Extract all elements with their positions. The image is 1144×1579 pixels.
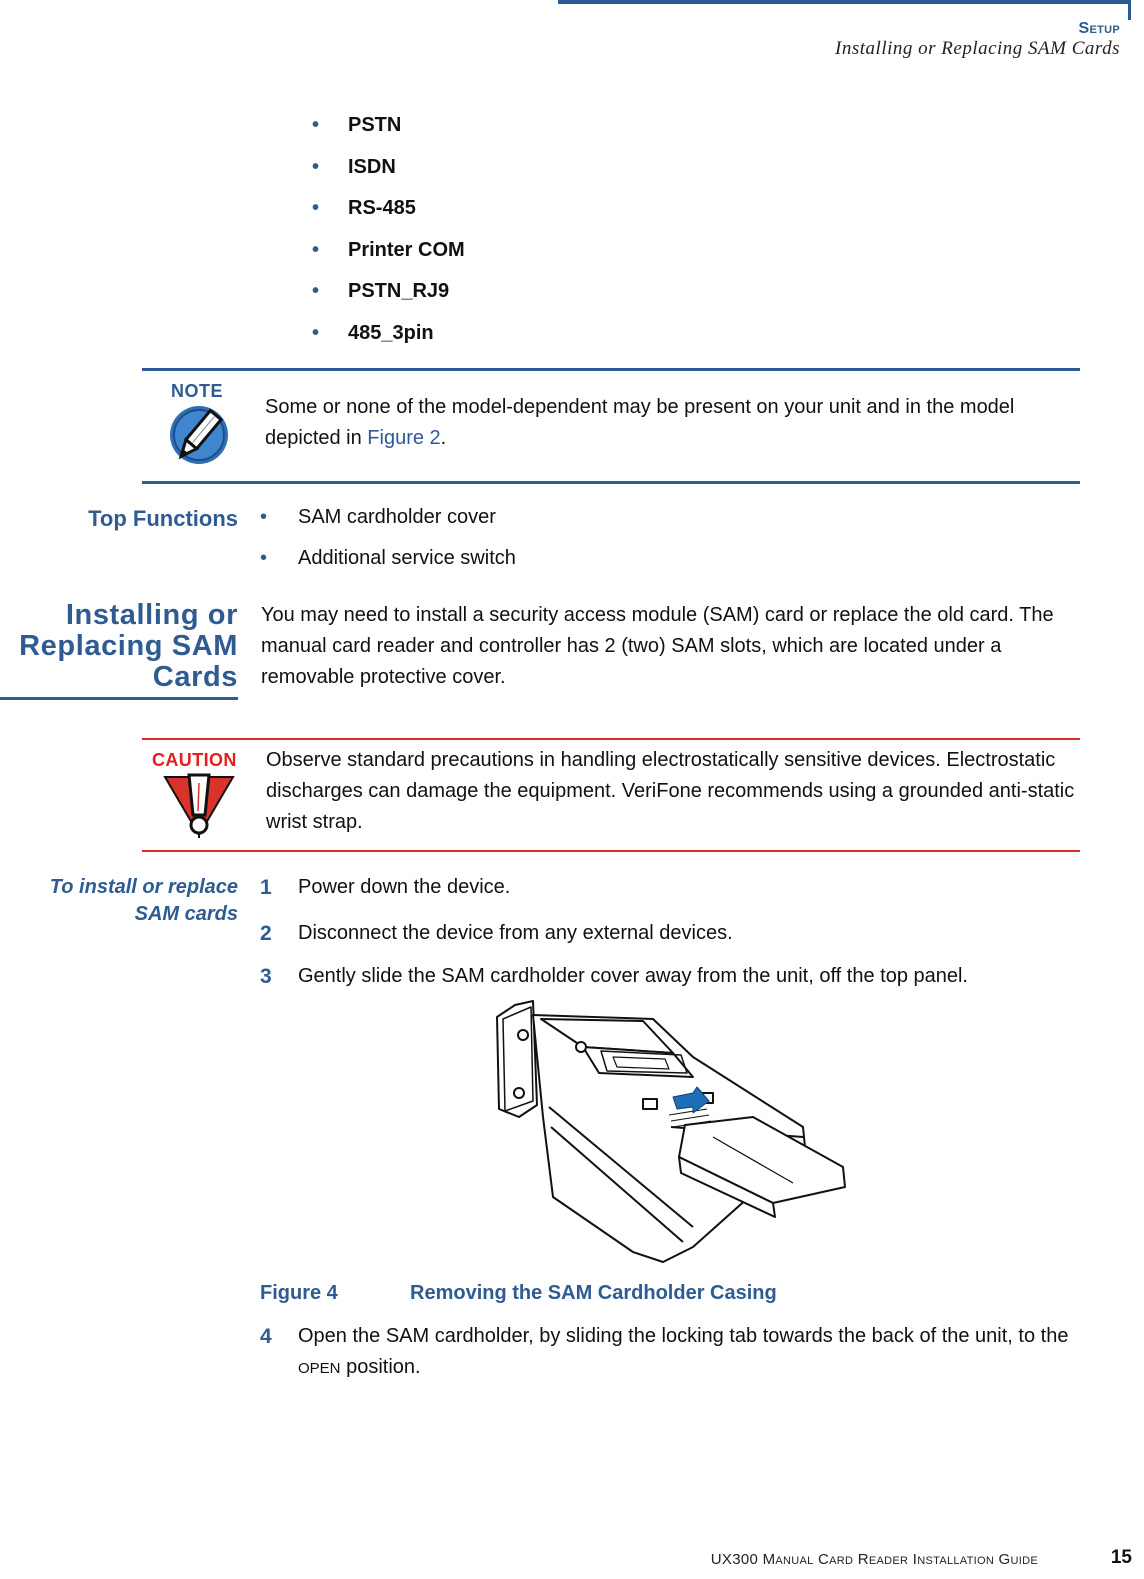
step-text: Open the SAM cardholder, by sliding the …: [298, 1325, 1069, 1378]
top-functions-heading: Top Functions: [88, 506, 238, 531]
step-item: 1 Power down the device.: [260, 872, 1088, 903]
step-number: 4: [260, 1325, 272, 1348]
figure-title: Removing the SAM Cardholder Casing: [410, 1282, 777, 1304]
section-heading-rule: [0, 697, 238, 700]
procedure-heading: To install or replace SAM cards: [49, 876, 238, 925]
list-item: • PSTN_RJ9: [300, 280, 465, 322]
list-item: • Printer COM: [300, 239, 465, 281]
step-item: 4 Open the SAM cardholder, by sliding th…: [260, 1321, 1088, 1384]
open-position-label: OPEN: [298, 1360, 341, 1377]
note-text: Some or none of the model-dependent may …: [265, 396, 1015, 449]
note-label: NOTE: [171, 381, 224, 401]
figure-caption: Figure 4 Removing the SAM Cardholder Cas…: [260, 1282, 777, 1305]
header-subtitle: Installing or Replacing SAM Cards: [835, 38, 1120, 59]
header-rule-tick: [1128, 0, 1131, 20]
figure-number: Figure 4: [260, 1282, 338, 1304]
header-section: Setup: [1078, 20, 1120, 37]
step-text: Gently slide the SAM cardholder cover aw…: [298, 965, 968, 987]
list-item: • SAM cardholder cover: [260, 506, 516, 547]
section-body: You may need to install a security acces…: [261, 604, 1054, 688]
list-item: • 485_3pin: [300, 322, 465, 364]
step-item: 3 Gently slide the SAM cardholder cover …: [260, 961, 1088, 992]
top-functions-list: • SAM cardholder cover • Additional servic…: [260, 506, 516, 588]
list-item: • PSTN: [300, 114, 465, 156]
note-top-rule: [142, 368, 1080, 371]
bullet-icon: •: [312, 321, 320, 344]
step-number: 3: [260, 965, 272, 988]
list-item: • ISDN: [300, 156, 465, 198]
warning-exclamation-icon: [163, 773, 235, 838]
bullet-icon: •: [312, 280, 320, 303]
page-number: 15: [1110, 1547, 1132, 1568]
caution-text: Observe standard precautions in handling…: [266, 749, 1075, 833]
footer-guide-title: UX300 Manual Card Reader Installation Gu…: [710, 1551, 1038, 1568]
connector-list: • PSTN • ISDN • RS-485 • Printer COM • PSTN_R…: [300, 114, 465, 364]
bullet-icon: •: [312, 197, 320, 220]
header-rule: [558, 0, 1128, 4]
step-text: Power down the device.: [298, 876, 511, 898]
bullet-icon: •: [312, 238, 320, 261]
list-item: • Additional service switch: [260, 547, 516, 588]
bullet-icon: •: [312, 155, 320, 178]
list-item: • RS-485: [300, 197, 465, 239]
caution-bottom-rule: [142, 850, 1080, 852]
step-number: 2: [260, 922, 272, 945]
step-text: Disconnect the device from any external …: [298, 922, 733, 944]
caution-top-rule: [142, 738, 1080, 740]
note-bottom-rule: [142, 481, 1080, 484]
figure-2-link[interactable]: Figure 2: [367, 427, 440, 449]
sam-cardholder-illustration: [496, 1000, 846, 1263]
caution-label: CAUTION: [152, 750, 237, 770]
step-number: 1: [260, 876, 272, 899]
step-item: 2 Disconnect the device from any externa…: [260, 918, 1088, 949]
bullet-icon: •: [312, 114, 320, 136]
bullet-icon: •: [260, 506, 268, 528]
bullet-icon: •: [260, 547, 268, 569]
pencil-icon: [170, 406, 228, 464]
section-heading: Installing or Replacing SAM Cards: [19, 599, 238, 693]
